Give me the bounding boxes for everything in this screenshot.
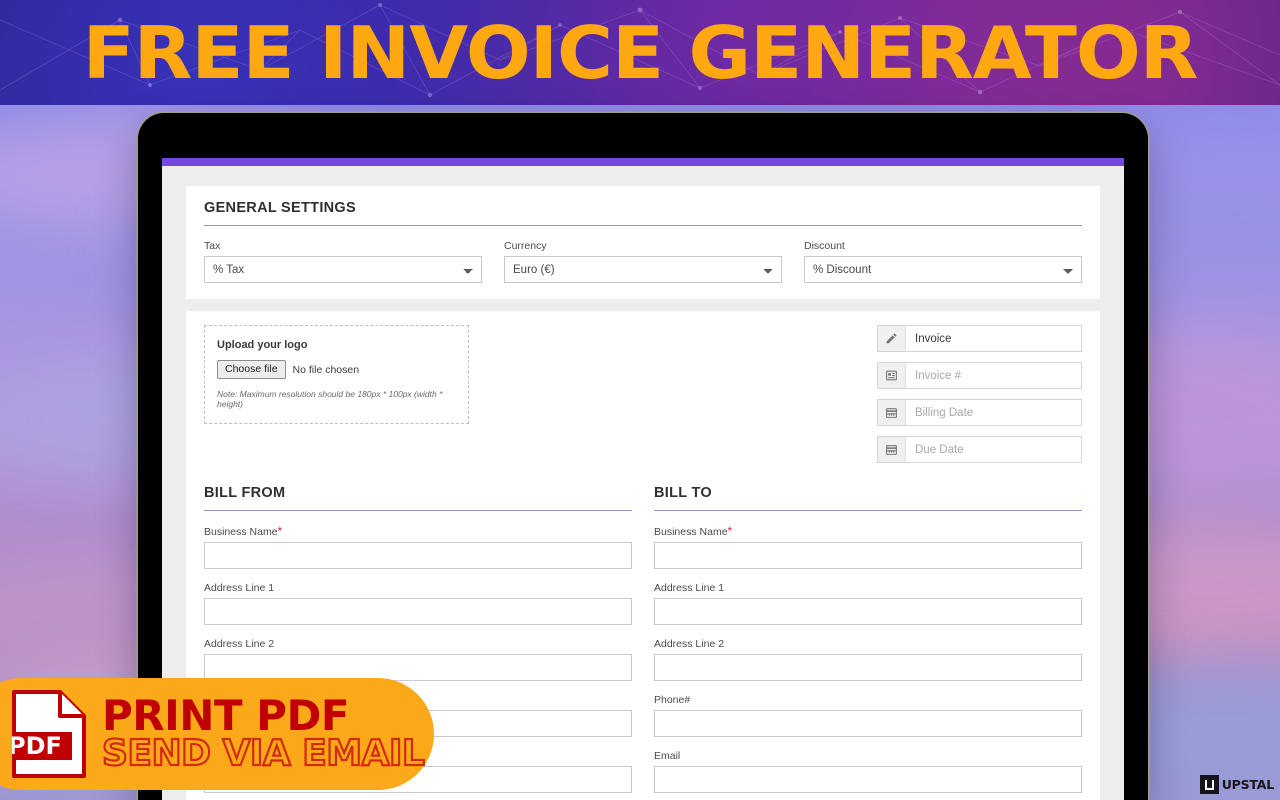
invoice-number-group[interactable] [877,362,1082,389]
currency-label: Currency [504,240,547,252]
field-label: Email [654,750,681,762]
field-label: Phone# [654,694,691,706]
bill-to-heading: BILL TO [654,485,1082,511]
bill-to-address2-field: Address Line 2 [654,638,1082,681]
invoice-meta-fields [877,325,1082,463]
badge-line-2: SEND VIA EMAIL [101,733,426,775]
field-label: Business Name* [204,524,283,538]
discount-select[interactable]: % Discount [804,256,1082,283]
required-marker: * [277,524,283,538]
invoice-number-input[interactable] [906,363,1081,388]
currency-field: Currency Euro (€) [504,240,782,283]
field-label: Business Name* [654,524,733,538]
bill-from-address2-input[interactable] [204,654,632,681]
general-settings-heading: GENERAL SETTINGS [204,200,1082,226]
upstal-watermark: UPSTAL [1199,775,1275,794]
pdf-file-icon: PDF [0,690,86,778]
choose-file-button[interactable]: Choose file [217,360,286,380]
due-date-group[interactable] [877,436,1082,463]
bill-from-address1-input[interactable] [204,598,632,625]
tax-field: Tax % Tax [204,240,482,283]
invoice-title-input[interactable] [906,326,1081,351]
upload-logo-title: Upload your logo [217,339,308,351]
general-settings-fields: Tax % Tax Currency Euro (€) Discount % D… [204,240,1082,283]
file-status-text: No file chosen [292,363,360,376]
field-label: Address Line 2 [654,638,725,650]
file-input-row: Choose file No file chosen [217,360,456,380]
bill-to-phone-input[interactable] [654,710,1082,737]
billing-date-input[interactable] [906,400,1081,425]
calendar-icon [878,437,906,462]
card-icon [878,363,906,388]
bill-to-column: BILL TO Business Name* Address Line 1 Ad… [654,485,1082,793]
required-marker: * [727,524,733,538]
app-accent-bar [162,158,1124,166]
discount-field: Discount % Discount [804,240,1082,283]
promo-banner: FREE INVOICE GENERATOR [0,0,1280,105]
bill-to-phone-field: Phone# [654,694,1082,737]
print-pdf-badge[interactable]: PDF PRINT PDF SEND VIA EMAIL [0,678,434,790]
due-date-input[interactable] [906,437,1081,462]
field-label: Address Line 1 [204,582,275,594]
general-settings-card: GENERAL SETTINGS Tax % Tax Currency Euro… [186,186,1100,299]
bill-to-address1-field: Address Line 1 [654,582,1082,625]
pencil-icon [878,326,906,351]
svg-text:PDF: PDF [12,732,62,760]
tax-label: Tax [204,240,221,252]
bill-to-email-field: Email [654,750,1082,793]
bill-to-email-input[interactable] [654,766,1082,793]
invoice-title-group[interactable] [877,325,1082,352]
bill-from-address2-field: Address Line 2 [204,638,632,681]
tax-select[interactable]: % Tax [204,256,482,283]
bill-from-address1-field: Address Line 1 [204,582,632,625]
badge-line-1: PRINT PDF [102,691,350,741]
bill-from-business-name-field: Business Name* [204,524,632,569]
discount-label: Discount [804,240,845,252]
upstal-wordmark: UPSTAL [1221,777,1275,792]
field-label: Address Line 2 [204,638,275,650]
banner-title: FREE INVOICE GENERATOR [82,10,1199,95]
bill-from-business-name-input[interactable] [204,542,632,569]
upstal-logo-icon [1199,775,1219,794]
bill-from-heading: BILL FROM [204,485,632,511]
calendar-icon [878,400,906,425]
bill-to-address1-input[interactable] [654,598,1082,625]
bill-to-business-name-input[interactable] [654,542,1082,569]
logo-upload-dropzone[interactable]: Upload your logo Choose file No file cho… [204,325,469,425]
billing-date-group[interactable] [877,399,1082,426]
field-label: Address Line 1 [654,582,725,594]
upload-note: Note: Maximum resolution should be 180px… [217,389,443,410]
bill-to-business-name-field: Business Name* [654,524,1082,569]
currency-select[interactable]: Euro (€) [504,256,782,283]
bill-to-address2-input[interactable] [654,654,1082,681]
